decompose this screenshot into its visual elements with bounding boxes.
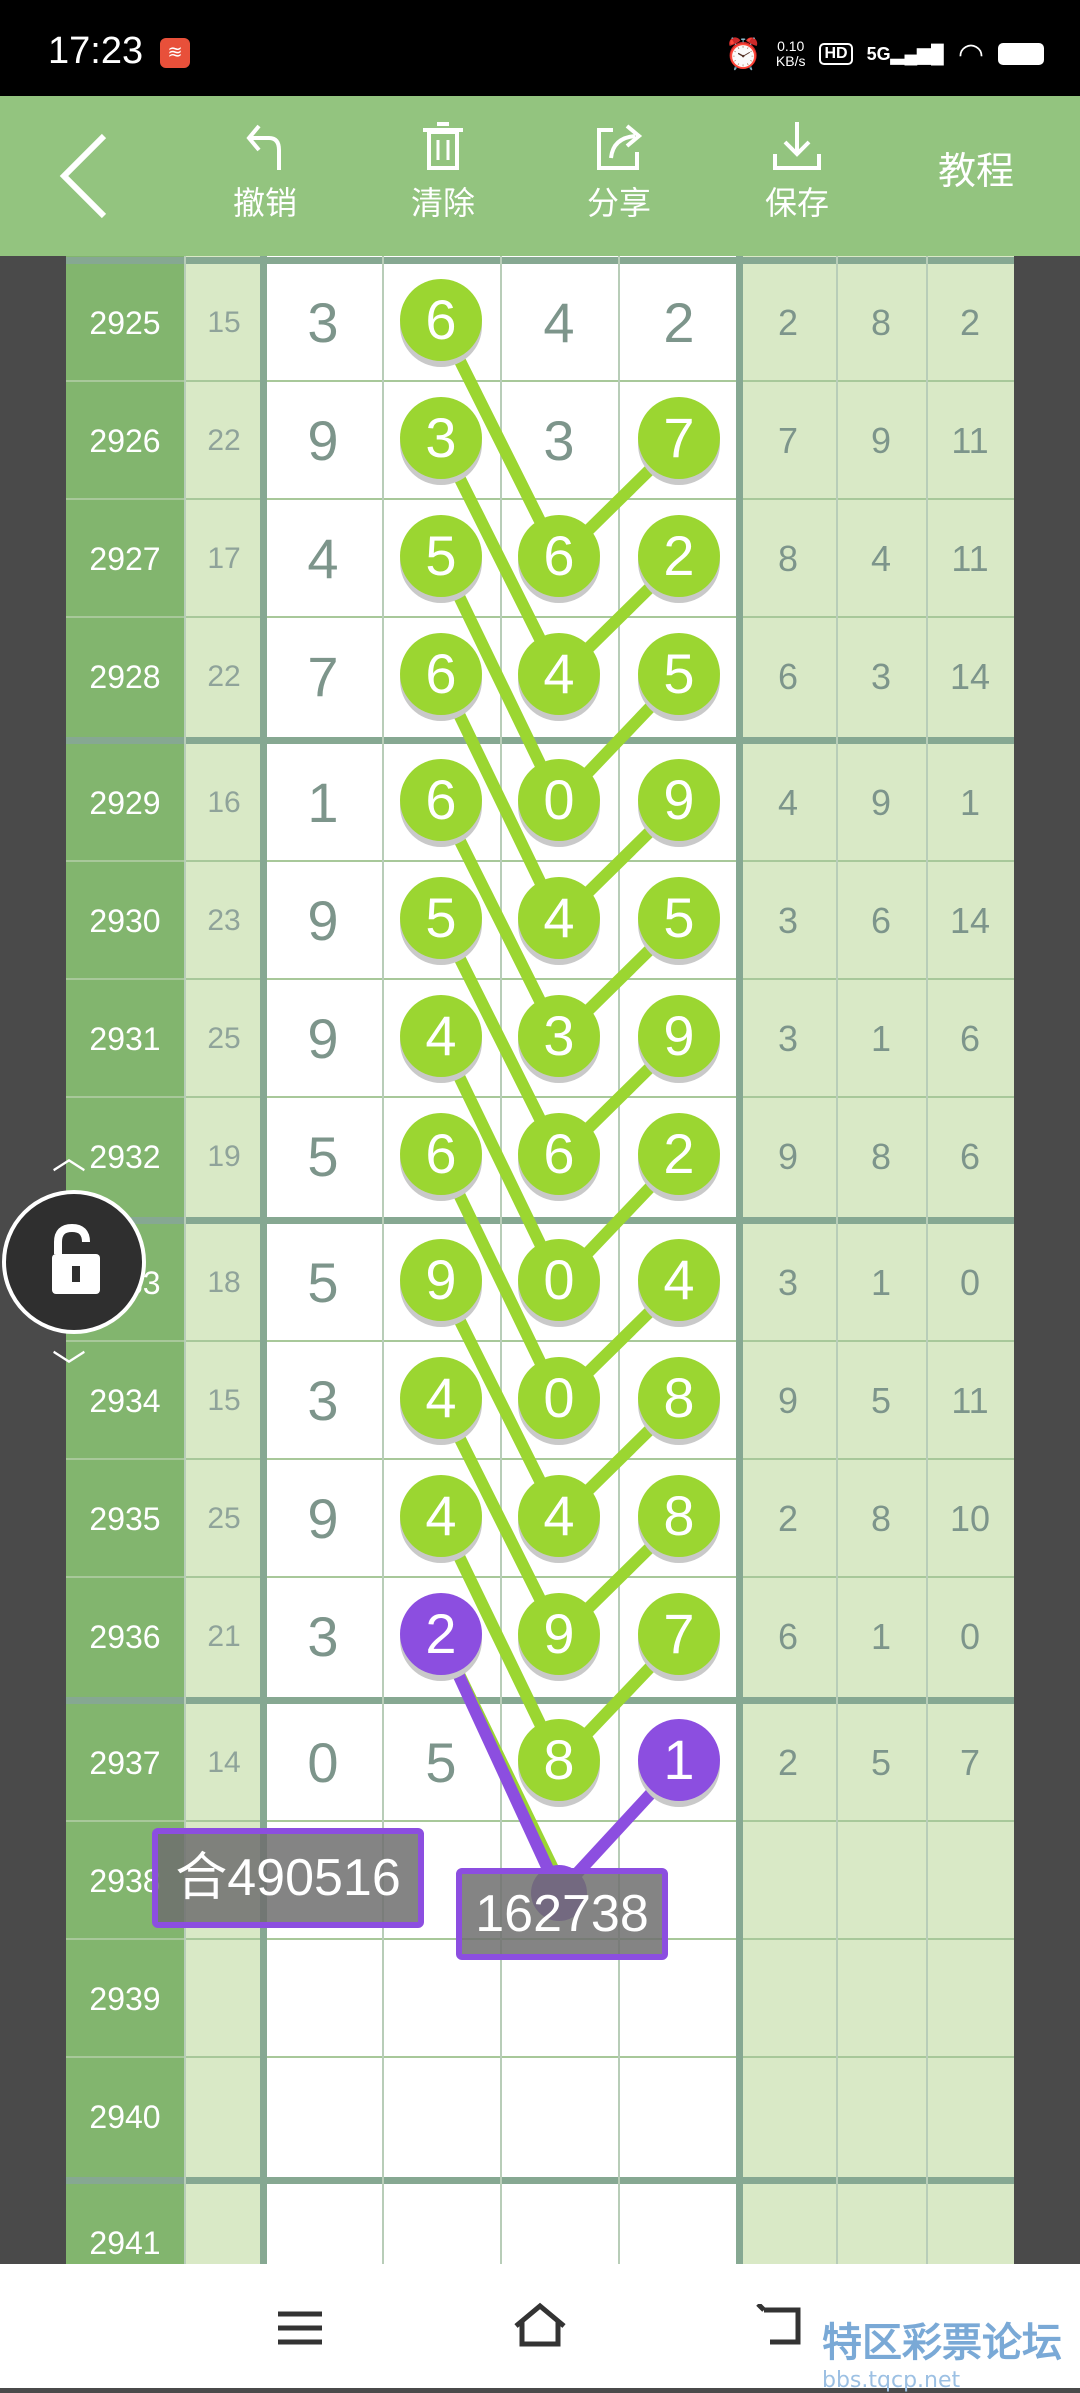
share-icon xyxy=(597,124,643,170)
digit-ball[interactable]: 6 xyxy=(400,633,482,715)
digit-ball[interactable]: 6 xyxy=(518,1113,600,1195)
menu-icon[interactable] xyxy=(276,2308,324,2348)
network-speed: 0.10 KB/s xyxy=(775,38,806,69)
alarm-icon: ⏰ xyxy=(724,37,762,71)
watermark: 特区彩票论坛 bbs.tqcp.net xyxy=(822,2320,1062,2393)
undo-icon xyxy=(246,124,281,170)
status-time: 17:23 xyxy=(48,30,144,72)
back-nav-icon[interactable] xyxy=(756,2304,806,2348)
home-icon[interactable] xyxy=(510,2300,570,2350)
digit-ball[interactable]: 9 xyxy=(638,759,720,841)
digit-ball[interactable]: 4 xyxy=(400,1357,482,1439)
wifi-icon: ◠ xyxy=(957,37,984,71)
scroll-down-chevron-icon[interactable]: ﹀ xyxy=(52,1340,86,1389)
share-label: 分享 xyxy=(586,184,651,222)
battery-icon xyxy=(998,43,1044,65)
digit-ball[interactable]: 3 xyxy=(518,995,600,1077)
undo-label: 撤销 xyxy=(232,184,297,222)
download-icon xyxy=(773,122,821,170)
digit-ball[interactable]: 6 xyxy=(400,279,482,361)
status-icons: ⏰ 0.10 KB/s HD 5G▂▄▆█ ◠ xyxy=(725,34,1044,74)
app-notification-icon: ≋ xyxy=(160,38,190,68)
digit-ball[interactable]: 6 xyxy=(400,1113,482,1195)
save-label: 保存 xyxy=(764,184,829,222)
digit-ball[interactable]: 6 xyxy=(400,759,482,841)
digit-ball[interactable]: 8 xyxy=(638,1475,720,1557)
digit-ball[interactable]: 4 xyxy=(518,1475,600,1557)
sum-combo-label[interactable]: 合490516 xyxy=(152,1828,424,1928)
digit-ball[interactable]: 0 xyxy=(518,1239,600,1321)
hd-badge: HD xyxy=(819,43,853,65)
digit-ball[interactable]: 2 xyxy=(638,1113,720,1195)
digit-ball[interactable]: 1 xyxy=(638,1719,720,1801)
digit-ball[interactable]: 7 xyxy=(638,1593,720,1675)
digit-ball[interactable]: 2 xyxy=(638,515,720,597)
digit-ball[interactable]: 3 xyxy=(400,397,482,479)
tutorial-button[interactable]: 教程 xyxy=(938,140,1014,195)
digit-ball[interactable]: 4 xyxy=(518,633,600,715)
digit-ball[interactable]: 5 xyxy=(638,633,720,715)
signal-icon: 5G▂▄▆█ xyxy=(866,43,944,64)
scroll-up-chevron-icon[interactable]: ︿ xyxy=(52,1130,86,1179)
number-grid[interactable]: 2925 15 2 8 2 3 4 2 2926 22 7 9 11 9 3 2927 17 8 4 11 4 2928 2… xyxy=(0,256,1080,2264)
trash-icon xyxy=(423,122,463,170)
clear-label: 清除 xyxy=(410,184,475,222)
toolbar: 撤销 清除 分享 保存 教程 xyxy=(0,96,1080,256)
digit-ball[interactable]: 5 xyxy=(638,877,720,959)
digit-ball[interactable]: 7 xyxy=(638,397,720,479)
digit-ball[interactable]: 6 xyxy=(518,515,600,597)
digit-ball[interactable]: 4 xyxy=(400,1475,482,1557)
back-icon[interactable] xyxy=(54,128,134,224)
prediction-label[interactable]: 162738 xyxy=(456,1868,668,1960)
save-button[interactable]: 保存 xyxy=(742,118,852,238)
digit-ball[interactable]: 0 xyxy=(518,1357,600,1439)
digit-ball[interactable]: 9 xyxy=(638,995,720,1077)
unlock-icon xyxy=(52,1223,100,1294)
digit-ball[interactable]: 4 xyxy=(638,1239,720,1321)
digit-ball[interactable]: 4 xyxy=(400,995,482,1077)
digit-ball[interactable]: 9 xyxy=(518,1593,600,1675)
clear-button[interactable]: 清除 xyxy=(388,118,498,238)
digit-ball[interactable]: 2 xyxy=(400,1593,482,1675)
digit-ball[interactable]: 5 xyxy=(400,877,482,959)
digit-ball[interactable]: 5 xyxy=(400,515,482,597)
share-button[interactable]: 分享 xyxy=(564,118,674,238)
undo-button[interactable]: 撤销 xyxy=(210,118,320,238)
digit-ball[interactable]: 0 xyxy=(518,759,600,841)
digit-ball[interactable]: 8 xyxy=(518,1719,600,1801)
lock-button[interactable] xyxy=(2,1190,146,1334)
status-bar: 17:23 ≋ ⏰ 0.10 KB/s HD 5G▂▄▆█ ◠ xyxy=(0,0,1080,96)
digit-ball[interactable]: 9 xyxy=(400,1239,482,1321)
digit-ball[interactable]: 8 xyxy=(638,1357,720,1439)
digit-ball[interactable]: 4 xyxy=(518,877,600,959)
